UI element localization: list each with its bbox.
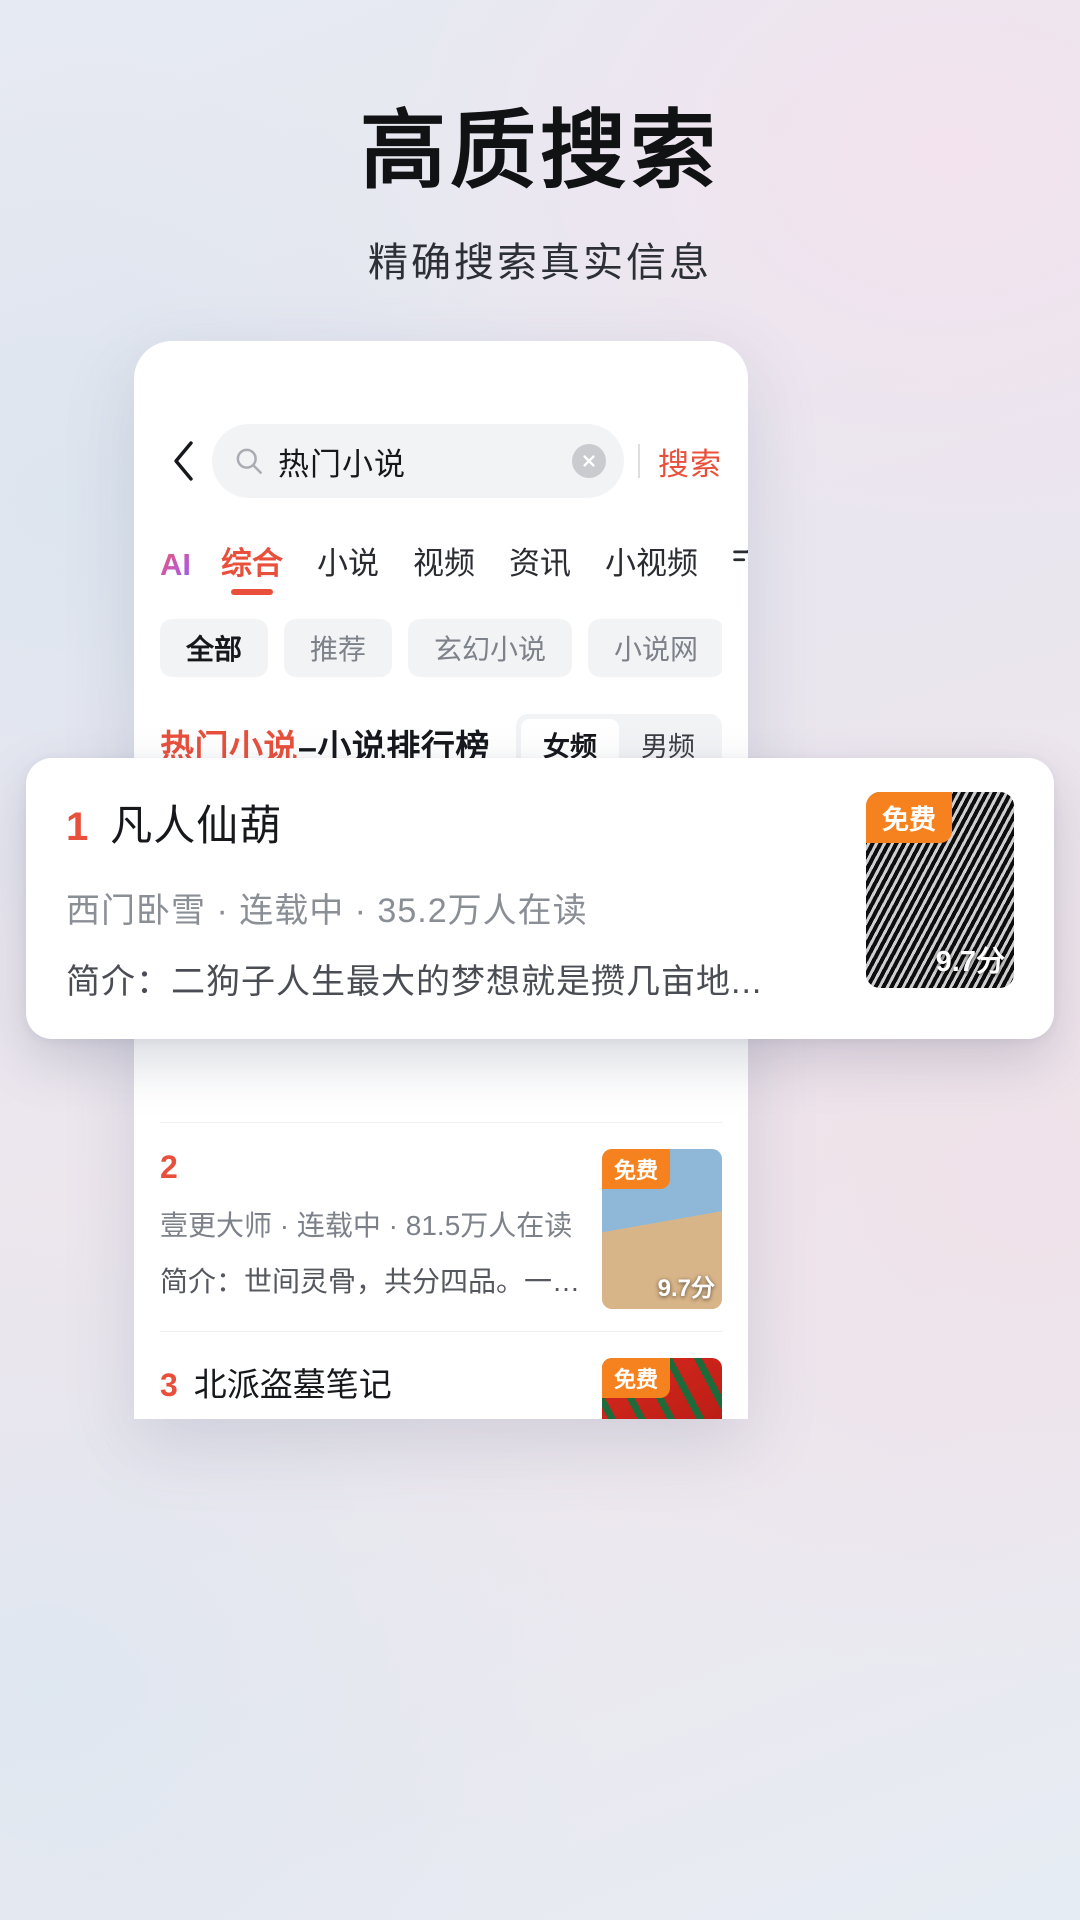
featured-book-name: 凡人仙葫 xyxy=(110,802,283,849)
filter-icon xyxy=(733,549,748,561)
featured-book-card[interactable]: 1 凡人仙葫 西门卧雪 · 连载中 · 35.2万人在读 简介：二狗子人生最大的… xyxy=(26,758,1054,1039)
table-row[interactable]: 2 壹更大师 · 连载中 · 81.5万人在读 简介：世间灵骨，共分四品。一品，… xyxy=(160,1123,722,1332)
chip-recommend[interactable]: 推荐 xyxy=(284,619,393,677)
chip-novelsite[interactable]: 小说网 xyxy=(588,619,722,677)
tab-ai[interactable]: AI xyxy=(160,547,191,595)
chip-all[interactable]: 全部 xyxy=(160,619,269,677)
search-submit-button[interactable]: 搜索 xyxy=(658,439,722,484)
promo-header: 高质搜索 精确搜索真实信息 xyxy=(0,0,1080,288)
search-divider xyxy=(638,444,640,478)
book-rank: 3 xyxy=(160,1367,178,1403)
table-row[interactable]: 3 北派盗墓笔记 云峰 · 连载中 · 148.5万人在读 简介：【盗墓违法，请… xyxy=(160,1332,722,1419)
book-desc: 简介：世间灵骨，共分四品。一品，天灵骨.. xyxy=(160,1266,582,1297)
result-tabs: AI 综合 小说 视频 资讯 小视频 筛选 xyxy=(160,527,748,595)
tab-xiaoshipin[interactable]: 小视频 xyxy=(605,538,698,595)
back-button[interactable] xyxy=(160,439,206,483)
book-info: 3 北派盗墓笔记 云峰 · 连载中 · 148.5万人在读 简介：【盗墓违法，请… xyxy=(160,1358,602,1419)
book-title-row: 2 xyxy=(160,1149,582,1186)
featured-rank: 1 xyxy=(66,805,89,849)
tab-zonghe[interactable]: 综合 xyxy=(221,538,283,595)
featured-title-row: 1 凡人仙葫 xyxy=(66,792,838,853)
page-title: 高质搜索 xyxy=(360,103,720,199)
book-rank: 2 xyxy=(160,1149,178,1185)
search-bar: 热门小说 搜索 xyxy=(160,413,722,509)
close-icon xyxy=(583,455,595,467)
featured-score: 9.7分 xyxy=(935,946,1005,978)
tab-shipin[interactable]: 视频 xyxy=(413,538,475,595)
tab-xiaoshuo[interactable]: 小说 xyxy=(317,538,379,595)
book-score: 9.7分 xyxy=(657,1275,715,1302)
book-cover[interactable]: 免费 9.7分 xyxy=(602,1358,722,1419)
free-badge: 免费 xyxy=(602,1358,671,1398)
search-icon xyxy=(236,448,262,474)
book-title-row: 3 北派盗墓笔记 xyxy=(160,1358,582,1406)
book-meta: 壹更大师 · 连载中 · 81.5万人在读 xyxy=(160,1210,573,1241)
free-badge: 免费 xyxy=(866,792,952,843)
chevron-left-icon xyxy=(174,441,193,481)
chip-xuanhuan[interactable]: 玄幻小说 xyxy=(408,619,573,677)
search-input-container[interactable]: 热门小说 xyxy=(212,424,624,498)
featured-book-meta: 西门卧雪 · 连载中 · 35.2万人在读 xyxy=(66,892,588,930)
featured-book-desc: 简介：二狗子人生最大的梦想就是攒几亩地... xyxy=(66,963,763,1001)
book-name: 北派盗墓笔记 xyxy=(193,1366,392,1403)
book-cover[interactable]: 免费 9.7分 xyxy=(602,1149,722,1309)
tab-zixun[interactable]: 资讯 xyxy=(509,538,571,595)
featured-book-info: 1 凡人仙葫 西门卧雪 · 连载中 · 35.2万人在读 简介：二狗子人生最大的… xyxy=(66,792,866,1003)
free-badge: 免费 xyxy=(602,1149,671,1189)
book-info: 2 壹更大师 · 连载中 · 81.5万人在读 简介：世间灵骨，共分四品。一品，… xyxy=(160,1149,602,1309)
clear-search-icon[interactable] xyxy=(572,444,606,478)
filter-button[interactable]: 筛选 xyxy=(732,538,748,595)
page-subtitle: 精确搜索真实信息 xyxy=(368,240,712,285)
suggestion-chips: 全部 推荐 玄幻小说 小说网 下载 经 xyxy=(160,617,722,679)
featured-book-cover[interactable]: 免费 9.7分 xyxy=(866,792,1014,988)
search-input[interactable]: 热门小说 xyxy=(278,439,572,484)
